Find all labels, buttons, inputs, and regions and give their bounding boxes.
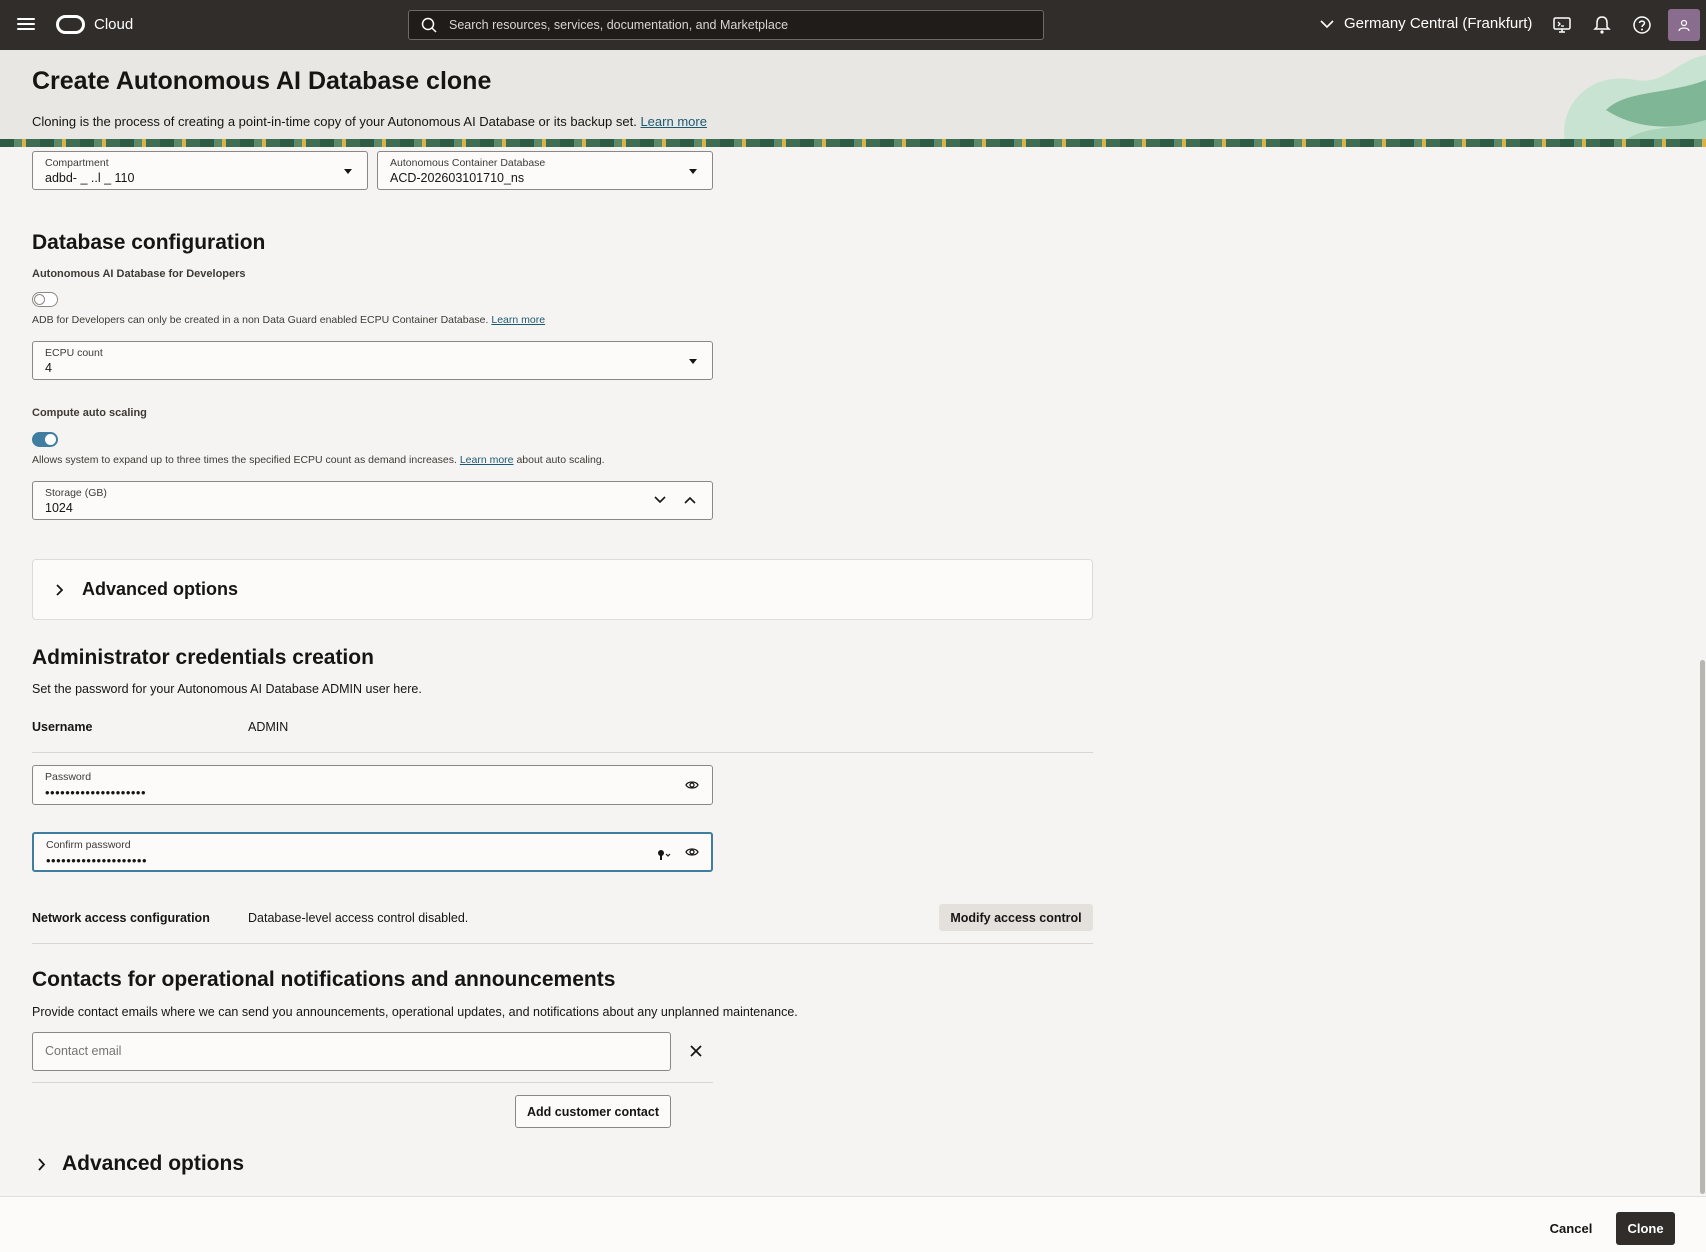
page-description-text: Cloning is the process of creating a poi…	[32, 114, 637, 129]
storage-value: 1024	[45, 501, 73, 515]
eye-icon[interactable]	[685, 779, 699, 791]
advanced-options-label: Advanced options	[82, 579, 239, 599]
help-icon[interactable]	[1632, 15, 1652, 35]
autoscaling-label: Compute auto scaling	[32, 407, 147, 419]
compartment-select[interactable]: Compartment adbd- _ ..l _ 110	[32, 151, 368, 190]
container-database-select[interactable]: Autonomous Container Database ACD-202603…	[377, 151, 713, 190]
autoscaling-toggle[interactable]	[32, 432, 58, 447]
hamburger-menu-icon[interactable]	[16, 15, 36, 35]
network-access-value: Database-level access control disabled.	[248, 911, 469, 925]
top-bar: Cloud Germany Central (Frankfurt)	[0, 0, 1706, 50]
contact-email-field[interactable]	[32, 1032, 671, 1071]
username-value: ADMIN	[248, 720, 289, 734]
caret-down-icon	[344, 169, 352, 174]
page-header: Create Autonomous AI Database clone Clon…	[0, 50, 1706, 147]
page-title: Create Autonomous AI Database clone	[32, 67, 492, 95]
advanced-options-panel[interactable]: Advanced options	[32, 559, 1093, 620]
username-divider	[32, 752, 1093, 753]
developers-helper: ADB for Developers can only be created i…	[32, 314, 545, 326]
cancel-button[interactable]: Cancel	[1538, 1213, 1604, 1243]
password-key-icon[interactable]	[656, 848, 672, 862]
region-selector[interactable]: Germany Central (Frankfurt)	[1320, 15, 1532, 32]
page-description: Cloning is the process of creating a poi…	[32, 114, 707, 129]
modify-access-control-button[interactable]: Modify access control	[939, 904, 1093, 931]
increment-chevron-up-icon[interactable]	[684, 496, 696, 504]
username-label: Username	[32, 720, 93, 734]
password-label: Password	[45, 771, 92, 783]
action-footer: Cancel Clone	[0, 1196, 1706, 1252]
developers-learn-more-link[interactable]: Learn more	[491, 314, 545, 326]
password-field[interactable]: Password ••••••••••••••••••••	[32, 765, 713, 805]
admin-description: Set the password for your Autonomous AI …	[32, 682, 422, 696]
header-pattern-strip	[0, 139, 1706, 147]
close-icon[interactable]	[690, 1045, 702, 1057]
chevron-right-icon[interactable]	[37, 1158, 45, 1171]
cloud-shell-icon[interactable]	[1552, 15, 1572, 35]
contacts-divider	[32, 1082, 713, 1083]
region-label: Germany Central (Frankfurt)	[1344, 15, 1533, 32]
bell-icon[interactable]	[1592, 15, 1612, 35]
confirm-password-value: ••••••••••••••••••••	[46, 853, 148, 868]
header-learn-more-link[interactable]: Learn more	[640, 114, 706, 129]
add-customer-contact-button[interactable]: Add customer contact	[515, 1095, 671, 1128]
network-divider	[32, 943, 1093, 944]
database-configuration-title: Database configuration	[32, 231, 266, 254]
admin-credentials-title: Administrator credentials creation	[32, 646, 374, 669]
network-access-label: Network access configuration	[32, 911, 210, 925]
caret-down-icon	[689, 169, 697, 174]
contact-email-input[interactable]	[45, 1044, 645, 1058]
advanced-options-bottom-label[interactable]: Advanced options	[62, 1152, 244, 1176]
confirm-password-label: Confirm password	[46, 839, 131, 851]
search-input[interactable]	[449, 18, 1043, 32]
container-database-value: ACD-202603101710_ns	[390, 171, 525, 185]
contacts-title: Contacts for operational notifications a…	[32, 968, 616, 991]
caret-down-icon	[689, 359, 697, 364]
ecpu-count-select[interactable]: ECPU count 4	[32, 341, 713, 380]
container-database-label: Autonomous Container Database	[390, 157, 546, 169]
autoscaling-helper-post: about auto scaling.	[516, 454, 605, 466]
brand-label[interactable]: Cloud	[94, 16, 133, 33]
decrement-chevron-down-icon[interactable]	[654, 496, 666, 504]
storage-stepper[interactable]: Storage (GB) 1024	[32, 481, 713, 520]
storage-label: Storage (GB)	[45, 487, 107, 499]
chevron-right-icon	[56, 584, 63, 596]
developers-toggle[interactable]	[32, 292, 58, 307]
developers-helper-text: ADB for Developers can only be created i…	[32, 314, 489, 326]
ecpu-count-value: 4	[45, 361, 52, 375]
global-search[interactable]	[408, 10, 1044, 40]
confirm-password-field[interactable]: Confirm password ••••••••••••••••••••	[32, 832, 713, 872]
developers-label: Autonomous AI Database for Developers	[32, 268, 246, 280]
page-scrollbar[interactable]	[1700, 660, 1705, 1194]
compartment-label: Compartment	[45, 157, 109, 169]
search-icon	[421, 17, 437, 33]
user-icon	[1678, 19, 1690, 32]
compartment-value: adbd- _ ..l _ 110	[45, 171, 135, 185]
user-avatar[interactable]	[1668, 9, 1700, 41]
autoscaling-learn-more-link[interactable]: Learn more	[460, 454, 514, 466]
eye-icon[interactable]	[685, 846, 699, 858]
header-decoration	[1564, 55, 1706, 147]
chevron-down-icon	[1320, 19, 1334, 28]
contacts-description: Provide contact emails where we can send…	[32, 1005, 798, 1019]
autoscaling-helper: Allows system to expand up to three time…	[32, 454, 605, 466]
password-value: ••••••••••••••••••••	[45, 785, 147, 800]
clone-button[interactable]: Clone	[1616, 1212, 1675, 1245]
ecpu-count-label: ECPU count	[45, 347, 103, 359]
autoscaling-helper-pre: Allows system to expand up to three time…	[32, 454, 457, 466]
oracle-logo-icon[interactable]	[56, 15, 85, 34]
